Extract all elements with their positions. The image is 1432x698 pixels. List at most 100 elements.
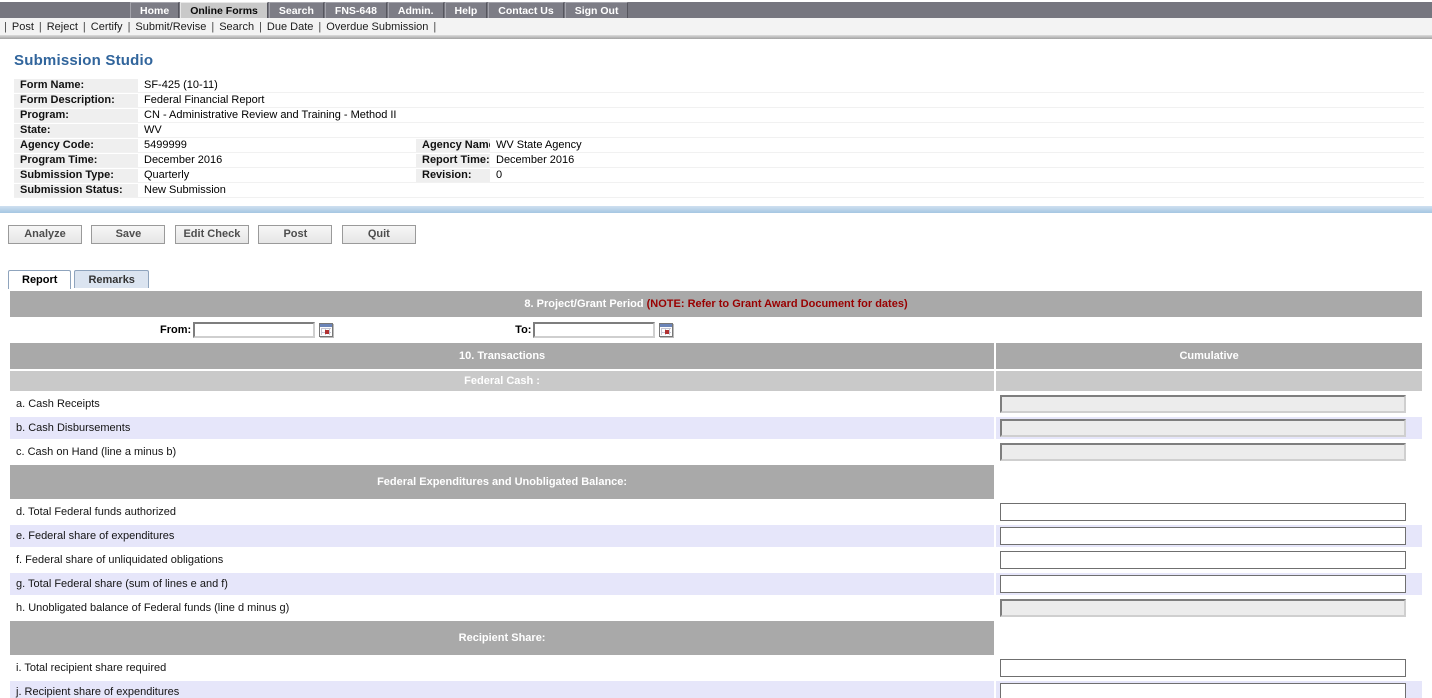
row-e-label: e. Federal share of expenditures — [10, 525, 994, 547]
nav-tab-home[interactable]: Home — [130, 2, 179, 18]
table-row-d: d. Total Federal funds authorized — [10, 501, 1422, 523]
page-title: Submission Studio — [14, 52, 1432, 69]
table-row-h: h. Unobligated balance of Federal funds … — [10, 597, 1422, 619]
nav-tab-online-forms[interactable]: Online Forms — [180, 2, 268, 18]
period-to-input[interactable] — [533, 322, 655, 338]
to-label: To: — [515, 324, 531, 336]
menu-separator: | — [318, 21, 321, 33]
federal-cash-subheader-spacer — [996, 371, 1422, 391]
table-row-f: f. Federal share of unliquidated obligat… — [10, 549, 1422, 571]
top-navigation: Home Online Forms Search FNS-648 Admin. … — [0, 2, 1432, 18]
menu-item-submit-revise[interactable]: Submit/Revise — [135, 21, 206, 33]
menu-separator: | — [211, 21, 214, 33]
meta-label: Agency Name: — [416, 139, 490, 153]
nav-tab-help[interactable]: Help — [445, 2, 488, 18]
table-row-j: j. Recipient share of expenditures — [10, 681, 1422, 698]
meta-row-form-name: Form Name: SF-425 (10-11) — [14, 79, 1424, 93]
period-from-input[interactable] — [193, 322, 315, 338]
table-row-c: c. Cash on Hand (line a minus b) — [10, 441, 1422, 463]
blue-divider-bar — [0, 206, 1432, 213]
menu-item-search[interactable]: Search — [219, 21, 254, 33]
nav-tab-sign-out[interactable]: Sign Out — [565, 2, 629, 18]
form-tabs: Report Remarks — [8, 268, 1432, 288]
row-a-cash-receipts-input — [1000, 395, 1406, 413]
row-f-label: f. Federal share of unliquidated obligat… — [10, 549, 994, 571]
calendar-icon-header — [660, 324, 672, 327]
period-inputs-row: From: To: — [10, 319, 1422, 341]
meta-value: December 2016 — [490, 154, 1424, 168]
row-g-label: g. Total Federal share (sum of lines e a… — [10, 573, 994, 595]
nav-tab-fns-648[interactable]: FNS-648 — [325, 2, 387, 18]
meta-row-form-description: Form Description: Federal Financial Repo… — [14, 94, 1424, 108]
recipient-share-subheader: Recipient Share: — [10, 621, 994, 655]
row-d-total-federal-funds-input[interactable] — [1000, 503, 1406, 521]
row-i-label: i. Total recipient share required — [10, 657, 994, 679]
meta-value: 0 — [490, 169, 1424, 183]
tab-remarks[interactable]: Remarks — [74, 270, 148, 288]
meta-row-submission-type: Submission Type: Quarterly Revision: 0 — [14, 169, 1424, 183]
table-row-g: g. Total Federal share (sum of lines e a… — [10, 573, 1422, 595]
meta-label: Program Time: — [14, 154, 138, 168]
post-button[interactable]: Post — [258, 225, 332, 244]
meta-value: WV — [138, 124, 1424, 138]
meta-value: 5499999 — [138, 139, 416, 153]
federal-cash-subheader-row: Federal Cash : — [10, 371, 1422, 391]
recipient-share-subheader-row: Recipient Share: — [10, 621, 1422, 655]
row-g-total-federal-share-input[interactable] — [1000, 575, 1406, 593]
menu-item-due-date[interactable]: Due Date — [267, 21, 313, 33]
menu-item-reject[interactable]: Reject — [47, 21, 78, 33]
calendar-icon-header — [320, 324, 332, 327]
row-c-cash-on-hand-input — [1000, 443, 1406, 461]
meta-value: CN - Administrative Review and Training … — [138, 109, 1424, 123]
menu-separator: | — [4, 21, 7, 33]
menu-separator: | — [259, 21, 262, 33]
transactions-column-header: 10. Transactions — [10, 343, 994, 369]
analyze-button[interactable]: Analyze — [8, 225, 82, 244]
period-title: 8. Project/Grant Period — [524, 298, 643, 310]
meta-label: Form Description: — [14, 94, 138, 108]
meta-row-agency-code: Agency Code: 5499999 Agency Name: WV Sta… — [14, 139, 1424, 153]
calendar-icon[interactable] — [659, 323, 673, 337]
meta-value: WV State Agency — [490, 139, 1424, 153]
federal-expenditures-subheader-row: Federal Expenditures and Unobligated Bal… — [10, 465, 1422, 499]
meta-row-state: State: WV — [14, 124, 1424, 138]
menu-item-certify[interactable]: Certify — [91, 21, 123, 33]
table-row-i: i. Total recipient share required — [10, 657, 1422, 679]
calendar-icon[interactable] — [319, 323, 333, 337]
meta-value: New Submission — [138, 184, 1424, 198]
row-i-total-recipient-share-input[interactable] — [1000, 659, 1406, 677]
menubar-edge-divider — [0, 35, 1432, 39]
menu-item-post[interactable]: Post — [12, 21, 34, 33]
cumulative-column-header: Cumulative — [996, 343, 1422, 369]
recipient-share-subheader-spacer — [996, 621, 1422, 655]
row-a-label: a. Cash Receipts — [10, 393, 994, 415]
table-row-b: b. Cash Disbursements — [10, 417, 1422, 439]
nav-tab-admin[interactable]: Admin. — [388, 2, 444, 18]
meta-label: State: — [14, 124, 138, 138]
menu-item-overdue-submission[interactable]: Overdue Submission — [326, 21, 428, 33]
menu-separator: | — [433, 21, 436, 33]
meta-row-submission-status: Submission Status: New Submission — [14, 184, 1424, 198]
meta-value: December 2016 — [138, 154, 416, 168]
tab-report[interactable]: Report — [8, 270, 71, 289]
meta-value: Federal Financial Report — [138, 94, 1424, 108]
quit-button[interactable]: Quit — [342, 225, 416, 244]
period-note: (NOTE: Refer to Grant Award Document for… — [647, 298, 908, 310]
federal-expenditures-subheader-spacer — [996, 465, 1422, 499]
menu-separator: | — [83, 21, 86, 33]
edit-check-button[interactable]: Edit Check — [175, 225, 249, 244]
nav-tab-contact-us[interactable]: Contact Us — [488, 2, 563, 18]
nav-tab-search[interactable]: Search — [269, 2, 324, 18]
federal-cash-subheader: Federal Cash : — [10, 371, 994, 391]
save-button[interactable]: Save — [91, 225, 165, 244]
meta-row-program: Program: CN - Administrative Review and … — [14, 109, 1424, 123]
meta-label: Form Name: — [14, 79, 138, 93]
row-j-recipient-share-expenditures-input[interactable] — [1000, 683, 1406, 698]
from-label: From: — [160, 324, 191, 336]
row-j-label: j. Recipient share of expenditures — [10, 681, 994, 698]
row-e-federal-share-expenditures-input[interactable] — [1000, 527, 1406, 545]
row-f-unliquidated-obligations-input[interactable] — [1000, 551, 1406, 569]
meta-value: SF-425 (10-11) — [138, 79, 1424, 93]
meta-label: Revision: — [416, 169, 490, 183]
meta-row-program-time: Program Time: December 2016 Report Time:… — [14, 154, 1424, 168]
